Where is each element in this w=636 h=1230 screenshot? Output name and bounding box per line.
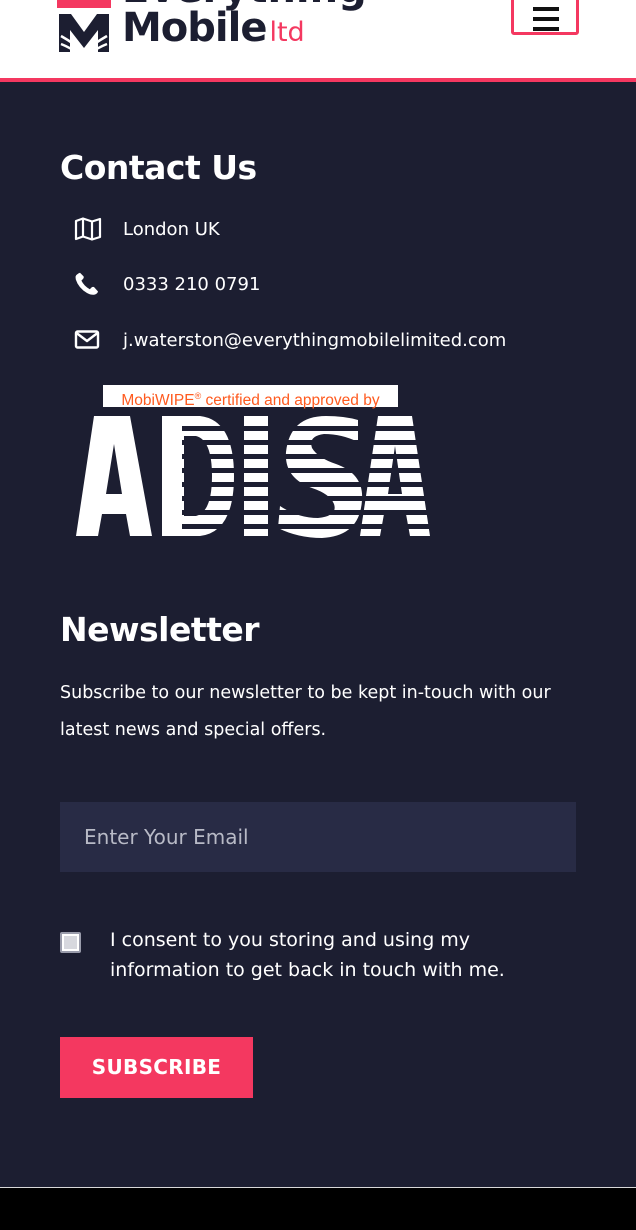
menu-toggle-button[interactable] [511,0,579,35]
logo-suffix: ltd [269,17,305,48]
contact-item-location: London UK [74,214,220,244]
contact-email-text[interactable]: j.waterston@everythingmobilelimited.com [123,330,506,351]
consent-checkbox[interactable] [60,932,81,953]
subscribe-button[interactable]: SUBSCRIBE [60,1037,253,1098]
logo-wordmark: Mobile ltd [122,4,305,57]
contact-phone-text[interactable]: 0333 210 0791 [123,274,260,295]
email-input[interactable] [60,802,576,872]
map-icon [74,217,102,241]
contact-item-phone[interactable]: 0333 210 0791 [74,269,260,299]
contact-title: Contact Us [60,148,257,187]
site-header: Everything Mobileltd [0,0,636,82]
phone-icon [75,272,98,295]
adisa-certification-badge: MobiWIPE® certified and approved by [72,384,432,544]
footer-bar [0,1187,636,1230]
logo-mark-icon [57,0,111,54]
consent-label: I consent to you storing and using my in… [110,929,505,981]
logo-word: Mobile [122,5,267,51]
contact-location-text: London UK [123,218,220,240]
hamburger-icon [533,7,559,11]
badge-caption: MobiWIPE® certified and approved by [103,385,398,409]
newsletter-title: Newsletter [60,610,260,649]
newsletter-description: Subscribe to our newsletter to be kept i… [60,683,551,740]
envelope-icon [74,330,100,349]
site-logo[interactable]: Everything Mobileltd [56,0,367,60]
contact-item-email[interactable]: j.waterston@everythingmobilelimited.com [74,325,506,355]
adisa-logo-icon [76,416,430,538]
